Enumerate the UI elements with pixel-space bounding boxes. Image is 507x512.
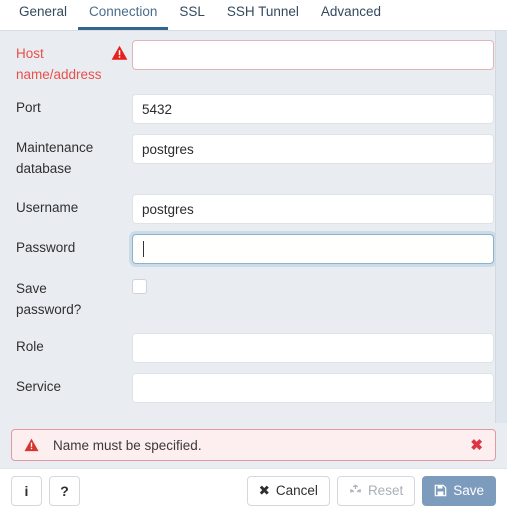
connection-form: Host name/address Port 5432 Maintenance … [0, 31, 507, 423]
role-warning-slot [106, 333, 132, 338]
reset-button[interactable]: Reset [336, 475, 416, 506]
vertical-scrollbar[interactable] [495, 31, 507, 423]
cancel-button-label: Cancel [275, 483, 318, 498]
dialog-footer: i ? ✖ Cancel Reset Save [0, 468, 507, 512]
close-icon[interactable]: ✖ [468, 438, 485, 453]
tab-ssh-tunnel[interactable]: SSH Tunnel [216, 0, 310, 30]
text-cursor [143, 241, 144, 257]
maintdb-warning-slot [106, 134, 132, 139]
cancel-button[interactable]: ✖ Cancel [246, 475, 330, 506]
host-warning-slot [106, 40, 132, 61]
save-password-control [132, 275, 495, 294]
save-button[interactable]: Save [422, 475, 496, 506]
info-icon: i [24, 482, 29, 499]
recycle-icon [349, 484, 362, 497]
host-label: Host name/address [16, 46, 102, 82]
info-button[interactable]: i [11, 475, 42, 506]
field-row-save-password: Save password? [0, 269, 495, 329]
footer-right-group: ✖ Cancel Reset Save [246, 475, 496, 506]
port-input[interactable] [132, 94, 494, 124]
password-label: Password [16, 240, 76, 255]
maintenance-database-label: Maintenance database [16, 140, 94, 176]
field-row-role: Role [0, 329, 495, 369]
role-label: Role [16, 339, 44, 354]
tab-general[interactable]: General [8, 0, 78, 30]
help-button[interactable]: ? [49, 475, 80, 506]
service-warning-slot [106, 373, 132, 378]
tab-connection[interactable]: Connection [78, 0, 169, 30]
maintenance-database-input-wrap [132, 134, 495, 164]
question-mark-icon: ? [60, 482, 69, 499]
role-input-wrap [132, 333, 495, 363]
savepw-warning-slot [106, 275, 132, 280]
port-label: Port [16, 100, 41, 115]
password-input[interactable] [132, 234, 494, 264]
maintenance-database-input[interactable] [132, 134, 494, 164]
warning-triangle-icon [24, 438, 39, 452]
username-label: Username [16, 200, 79, 215]
field-row-maintenance-database: Maintenance database [0, 130, 495, 190]
save-button-label: Save [453, 483, 484, 498]
error-alert: Name must be specified. ✖ [11, 429, 496, 461]
field-row-password: Password [0, 230, 495, 269]
service-input[interactable] [132, 373, 494, 403]
username-input-wrap [132, 194, 495, 224]
reset-button-label: Reset [367, 483, 404, 498]
password-warning-slot [106, 234, 132, 239]
host-input[interactable] [132, 40, 494, 70]
role-input[interactable] [132, 333, 494, 363]
warning-triangle-icon [111, 45, 127, 60]
host-input-wrap [132, 40, 495, 70]
floppy-disk-icon [434, 484, 447, 497]
footer-left-group: i ? [11, 475, 80, 506]
username-input[interactable] [132, 194, 494, 224]
field-row-host: Host name/address [0, 31, 495, 90]
connection-dialog: General Connection SSL SSH Tunnel Advanc… [0, 0, 507, 512]
field-row-port: Port [0, 90, 495, 130]
save-password-checkbox[interactable] [132, 279, 147, 294]
service-label: Service [16, 379, 62, 394]
close-x-icon: ✖ [258, 482, 270, 498]
field-row-service: Service [0, 369, 495, 409]
field-row-username: Username [0, 190, 495, 230]
alert-container: Name must be specified. ✖ [0, 423, 507, 468]
tab-bar: General Connection SSL SSH Tunnel Advanc… [0, 0, 507, 31]
alert-message: Name must be specified. [53, 437, 202, 453]
save-password-label: Save password? [16, 281, 82, 317]
tab-ssl[interactable]: SSL [168, 0, 216, 30]
username-warning-slot [106, 194, 132, 199]
service-input-wrap [132, 373, 495, 403]
port-warning-slot [106, 94, 132, 99]
password-input-wrap [132, 234, 495, 264]
tab-advanced[interactable]: Advanced [310, 0, 392, 30]
port-input-wrap [132, 94, 495, 124]
